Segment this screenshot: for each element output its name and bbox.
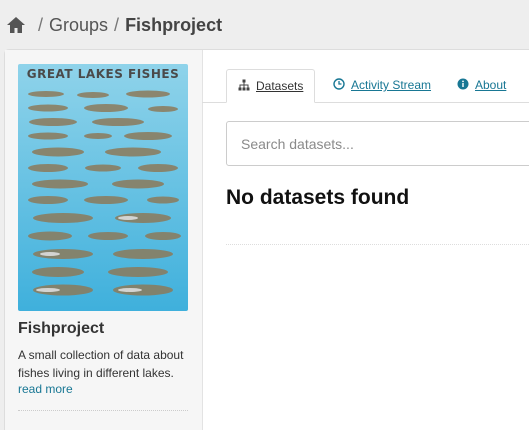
breadcrumb-current[interactable]: Fishproject (125, 15, 222, 36)
empty-results-message: No datasets found (226, 186, 410, 209)
tab-about[interactable]: About (446, 69, 517, 101)
tab-activity-stream[interactable]: Activity Stream (322, 69, 442, 101)
sidebar: GREAT LAKES FISHES Fishproject A small c… (5, 50, 203, 430)
info-icon (457, 78, 469, 93)
breadcrumb: / Groups / Fishproject (6, 11, 222, 39)
divider (18, 410, 188, 411)
poster-title: GREAT LAKES FISHES (27, 67, 179, 81)
breadcrumb-separator: / (114, 14, 120, 35)
breadcrumb-separator: / (38, 14, 44, 35)
search-box (226, 121, 529, 166)
tab-bar: Datasets Activity Stream About (202, 50, 529, 103)
clock-icon (333, 77, 345, 93)
read-more-link[interactable]: read more (18, 382, 73, 396)
breadcrumb-groups-link[interactable]: Groups (49, 15, 108, 36)
group-panel: GREAT LAKES FISHES Fishproject A small c… (5, 50, 529, 430)
fish-poster-image: GREAT LAKES FISHES (18, 64, 188, 311)
divider (226, 244, 529, 245)
sitemap-icon (238, 79, 250, 94)
group-description: A small collection of data about fishes … (18, 348, 184, 380)
tab-label: Datasets (256, 79, 304, 93)
tab-label: About (475, 78, 507, 92)
tab-datasets[interactable]: Datasets (226, 69, 316, 103)
group-image[interactable]: GREAT LAKES FISHES (18, 64, 188, 311)
search-input[interactable] (227, 122, 529, 165)
tab-label: Activity Stream (351, 78, 432, 92)
group-title: Fishproject (18, 320, 105, 337)
home-icon[interactable] (6, 15, 26, 35)
